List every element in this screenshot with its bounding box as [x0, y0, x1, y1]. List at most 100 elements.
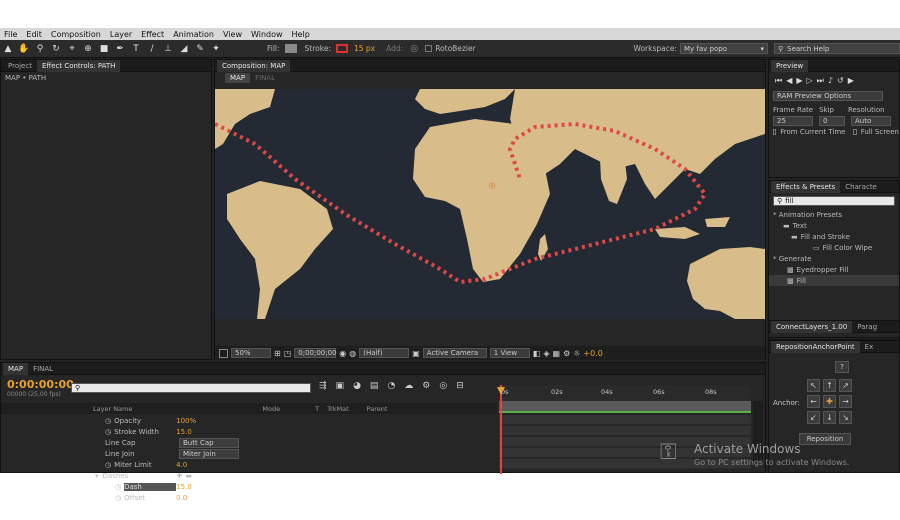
effects-search-field[interactable]: ⚲ fill [773, 196, 895, 206]
current-time-field[interactable]: 0;00;00;00 [294, 348, 337, 358]
remove-dash-icon[interactable]: ▬ [185, 472, 192, 480]
pan-behind-tool-icon[interactable]: ⊕ [82, 43, 94, 55]
tab-effects-presets[interactable]: Effects & Presets [771, 180, 841, 193]
eraser-tool-icon[interactable]: ◢ [178, 43, 190, 55]
property-row-dashes[interactable]: ▾ Dashes ✚ ▬ [1, 470, 497, 481]
frame-rate-select[interactable]: 25 [773, 115, 813, 126]
rotate-tool-icon[interactable]: ↻ [50, 43, 62, 55]
tab-project[interactable]: Project [3, 60, 37, 72]
property-value[interactable]: 4.0 [176, 461, 187, 469]
hand-tool-icon[interactable]: ✋ [18, 43, 30, 55]
comp-mini-flowchart-icon[interactable]: ⇶ [319, 381, 327, 391]
stopwatch-icon[interactable]: ◷ [105, 417, 111, 425]
show-channel-icon[interactable]: ◍ [349, 349, 356, 358]
reposition-button[interactable]: Reposition [799, 433, 851, 445]
snapshot-icon[interactable]: ◉ [339, 349, 346, 358]
stroke-width-value[interactable]: 15 px [354, 44, 375, 53]
rotobezier-checkbox[interactable]: RotoBezier [425, 44, 476, 53]
draft-3d-icon[interactable]: ▣ [336, 381, 345, 391]
stroke-color-swatch[interactable] [335, 44, 348, 53]
tab-reposition-anchor[interactable]: RepositionAnchorPoint [771, 340, 860, 353]
property-row-miter-limit[interactable]: ◷ Miter Limit 4.0 [1, 459, 497, 470]
fast-preview-icon[interactable]: ◈ [543, 349, 549, 358]
anchor-left-icon[interactable]: ← [807, 395, 820, 408]
tree-item-eyedropper-fill[interactable]: ▩ Eyedropper Fill [769, 264, 899, 275]
stopwatch-icon[interactable]: ◷ [115, 494, 121, 502]
next-frame-icon[interactable]: ▷ [807, 76, 813, 86]
property-row-line-cap[interactable]: Line Cap Butt Cap [1, 437, 497, 448]
tab-effect-controls[interactable]: Effect Controls: PATH [36, 59, 121, 72]
menu-file[interactable]: File [4, 30, 17, 39]
anchor-right-icon[interactable]: → [839, 395, 852, 408]
ram-preview-select[interactable]: RAM Preview Options [773, 91, 883, 101]
tree-item-animation-presets[interactable]: * Animation Presets [769, 209, 899, 220]
tab-paragraph[interactable]: Parag [852, 321, 882, 333]
grid-icon[interactable]: ⊞ [274, 349, 281, 358]
type-tool-icon[interactable]: T [130, 43, 142, 55]
tree-item-fill-and-stroke[interactable]: ▬ Fill and Stroke [769, 231, 899, 242]
property-value[interactable]: 0.0 [176, 494, 187, 502]
full-screen-checkbox[interactable] [853, 128, 857, 135]
tree-item-fill[interactable]: ▩ Fill [769, 275, 899, 286]
pen-tool-icon[interactable]: ✒ [114, 43, 126, 55]
menu-view[interactable]: View [223, 30, 242, 39]
anchor-top-left-icon[interactable]: ↖ [807, 379, 820, 392]
anchor-bottom-left-icon[interactable]: ↙ [807, 411, 820, 424]
loop-icon[interactable]: ↺ [837, 76, 844, 86]
auto-keyframe-icon[interactable]: ⚙ [422, 381, 430, 391]
property-value[interactable]: 100% [176, 417, 196, 425]
transparency-grid-icon[interactable]: ▣ [412, 349, 420, 358]
stopwatch-icon[interactable]: ◷ [115, 483, 121, 491]
stopwatch-icon[interactable]: ◷ [105, 428, 111, 436]
clone-stamp-tool-icon[interactable]: ⊥ [162, 43, 174, 55]
property-value[interactable]: 15.0 [176, 483, 192, 491]
add-dash-icon[interactable]: ✚ [177, 472, 183, 480]
zoom-tool-icon[interactable]: ⚲ [34, 43, 46, 55]
property-value[interactable]: 15.0 [176, 428, 192, 436]
timeline-current-time[interactable]: 0:00:00:00 [7, 378, 74, 391]
current-time-indicator[interactable] [500, 385, 502, 474]
menu-layer[interactable]: Layer [110, 30, 132, 39]
resolution-preview-select[interactable]: Auto [851, 115, 891, 126]
property-row-dash[interactable]: ◷ Dash 15.0 [1, 481, 497, 492]
line-join-select[interactable]: Miter Join [179, 448, 239, 459]
menu-help[interactable]: Help [292, 30, 310, 39]
tab-extra[interactable]: Ex [860, 341, 879, 353]
work-area-bar[interactable] [499, 401, 751, 413]
menu-window[interactable]: Window [251, 30, 283, 39]
roto-brush-tool-icon[interactable]: ✎ [194, 43, 206, 55]
tab-character[interactable]: Characte [840, 181, 882, 193]
camera-select[interactable]: Active Camera [422, 348, 487, 358]
help-button[interactable]: ? [835, 361, 849, 373]
graph-editor-icon[interactable]: ◎ [439, 381, 447, 391]
anchor-top-icon[interactable]: ↑ [823, 379, 836, 392]
pixel-aspect-icon[interactable]: ◧ [533, 349, 541, 358]
always-preview-icon[interactable] [219, 348, 228, 358]
world-map-viewer[interactable]: ⊕ [215, 89, 765, 319]
timeline-search-field[interactable]: ⚲ [71, 383, 311, 393]
subtab-final[interactable]: FINAL [250, 72, 280, 84]
motion-blur-icon[interactable]: ◔ [387, 381, 395, 391]
rectangle-tool-icon[interactable]: ■ [98, 43, 110, 55]
fill-color-swatch[interactable] [284, 44, 297, 53]
prev-frame-icon[interactable]: ◀ [786, 76, 792, 86]
menu-edit[interactable]: Edit [26, 30, 42, 39]
view-layout-select[interactable]: 1 View [489, 348, 530, 358]
tab-preview[interactable]: Preview [771, 59, 809, 72]
tree-item-generate[interactable]: * Generate [769, 253, 899, 264]
timeline-icon[interactable]: ▦ [553, 349, 561, 358]
property-row-opacity[interactable]: ◷ Opacity 100% [1, 415, 497, 426]
selection-tool-icon[interactable]: ▲ [2, 43, 14, 55]
subtab-map[interactable]: MAP [225, 73, 251, 83]
brainstorm-icon[interactable]: ☁ [404, 381, 413, 391]
anchor-crosshair-icon[interactable]: ⊕ [488, 181, 496, 192]
puppet-pin-tool-icon[interactable]: ✦ [210, 43, 222, 55]
anchor-bottom-right-icon[interactable]: ↘ [839, 411, 852, 424]
menu-effect[interactable]: Effect [141, 30, 164, 39]
time-ruler[interactable]: 0s 02s 04s 06s 08s [499, 385, 751, 401]
exposure-value[interactable]: +0.0 [583, 349, 602, 358]
last-frame-icon[interactable]: ⏭ [817, 76, 824, 86]
from-current-checkbox[interactable] [773, 128, 777, 135]
property-row-offset[interactable]: ◷ Offset 0.0 [1, 492, 497, 503]
play-icon[interactable]: ▶ [796, 76, 802, 86]
